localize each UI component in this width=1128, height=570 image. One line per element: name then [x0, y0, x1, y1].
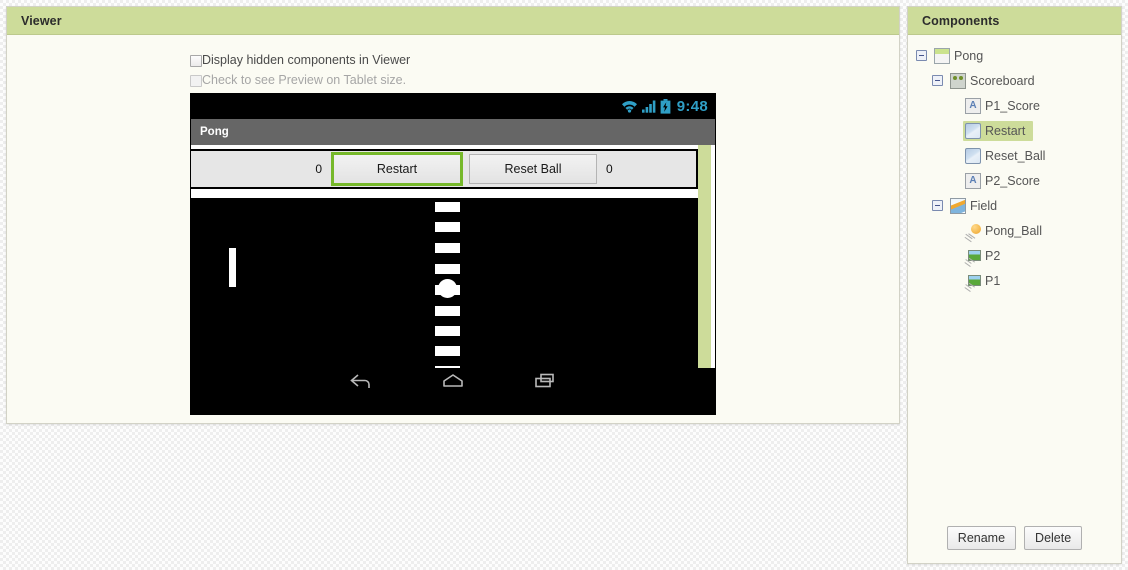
viewer-panel-header: Viewer	[7, 7, 899, 35]
tree-node-label: Scoreboard	[970, 73, 1035, 88]
viewer-panel: Viewer Display hidden components in View…	[6, 6, 900, 424]
label-icon: A	[965, 172, 981, 189]
tree-node-restart[interactable]: Restart	[908, 118, 1121, 143]
tree-node-pong[interactable]: Pong	[908, 43, 1121, 68]
rename-button[interactable]: Rename	[946, 526, 1017, 550]
tree-node-label: Pong	[954, 48, 984, 63]
component-tree: Pong Scoreboard A P1_Score Restart Reset…	[908, 35, 1121, 517]
home-icon[interactable]	[440, 372, 466, 389]
back-arrow-icon[interactable]	[348, 372, 374, 389]
android-status-bar: 9:48	[191, 94, 715, 119]
scoreboard-arrangement[interactable]: 0 Restart Reset Ball 0	[191, 149, 698, 189]
center-line-dash	[435, 326, 460, 336]
status-bar-clock: 9:48	[676, 98, 708, 115]
ball-icon	[965, 223, 981, 239]
app-title-bar: Pong	[191, 119, 715, 145]
pong-ball-sprite[interactable]	[438, 279, 457, 298]
tree-node-pong-ball[interactable]: Pong_Ball	[908, 218, 1121, 243]
tree-node-label: P1_Score	[985, 98, 1040, 113]
display-hidden-components-checkbox[interactable]	[190, 55, 202, 67]
battery-icon	[660, 99, 671, 114]
reset-ball-button[interactable]: Reset Ball	[469, 154, 597, 184]
button-icon	[965, 147, 981, 164]
tree-node-p1-score[interactable]: A P1_Score	[908, 93, 1121, 118]
tree-node-label: Reset_Ball	[985, 148, 1046, 163]
status-bar-icons: 9:48	[621, 94, 708, 119]
label-icon: A	[965, 97, 981, 114]
android-navigation-bar	[191, 368, 715, 392]
center-line-dash	[435, 306, 460, 316]
center-line-dash	[435, 243, 460, 253]
display-hidden-components-label: Display hidden components in Viewer	[202, 53, 411, 67]
center-line-dash	[435, 264, 460, 274]
tree-node-reset-ball[interactable]: Reset_Ball	[908, 143, 1121, 168]
p2-score-label[interactable]: 0	[597, 151, 696, 187]
collapse-toggle-icon[interactable]	[916, 50, 927, 61]
image-sprite-icon	[965, 273, 981, 289]
signal-bars-icon	[641, 100, 656, 113]
screen-body: 0 Restart Reset Ball 0	[191, 145, 715, 392]
recent-apps-icon[interactable]	[532, 372, 558, 389]
tree-node-label: Pong_Ball	[985, 223, 1042, 238]
tree-node-p1[interactable]: P1	[908, 268, 1121, 293]
p1-paddle-sprite[interactable]	[229, 248, 236, 287]
tree-node-label: P2	[985, 248, 1001, 263]
horizontal-arrangement-icon	[950, 72, 966, 89]
collapse-toggle-icon[interactable]	[932, 200, 943, 211]
tree-node-field[interactable]: Field	[908, 193, 1121, 218]
phone-preview: 9:48 Pong 0 Restart Reset Ball 0	[190, 93, 716, 415]
tree-node-scoreboard[interactable]: Scoreboard	[908, 68, 1121, 93]
components-panel-header: Components	[908, 7, 1121, 35]
tree-node-label: P2_Score	[985, 173, 1040, 188]
tree-node-p2-score[interactable]: A P2_Score	[908, 168, 1121, 193]
tree-node-p2[interactable]: P2	[908, 243, 1121, 268]
image-sprite-icon	[965, 248, 981, 264]
tablet-preview-row[interactable]: Check to see Preview on Tablet size.	[190, 73, 406, 88]
display-hidden-components-row[interactable]: Display hidden components in Viewer	[190, 53, 410, 68]
tablet-preview-checkbox[interactable]	[190, 75, 202, 87]
viewer-body: Display hidden components in Viewer Chec…	[7, 35, 899, 422]
canvas-icon	[950, 197, 966, 214]
field-canvas[interactable]	[191, 195, 698, 371]
button-icon	[965, 122, 981, 139]
viewer-right-strip	[698, 145, 711, 392]
p1-score-label[interactable]: 0	[191, 151, 332, 187]
tree-node-label: Restart	[985, 123, 1026, 138]
restart-button[interactable]: Restart	[331, 152, 463, 186]
center-line-dash	[435, 202, 460, 212]
center-line-dash	[435, 346, 460, 356]
tablet-preview-label: Check to see Preview on Tablet size.	[202, 73, 407, 87]
tree-node-label: P1	[985, 273, 1001, 288]
wifi-icon	[621, 101, 637, 113]
center-line-dash	[435, 222, 460, 232]
screen-icon	[934, 47, 950, 64]
delete-button[interactable]: Delete	[1024, 526, 1083, 550]
collapse-toggle-icon[interactable]	[932, 75, 943, 86]
tree-node-label: Field	[970, 198, 998, 213]
components-panel: Components Pong Scoreboard A P1_Score Re…	[907, 6, 1122, 564]
component-actions: Rename Delete	[908, 517, 1121, 563]
